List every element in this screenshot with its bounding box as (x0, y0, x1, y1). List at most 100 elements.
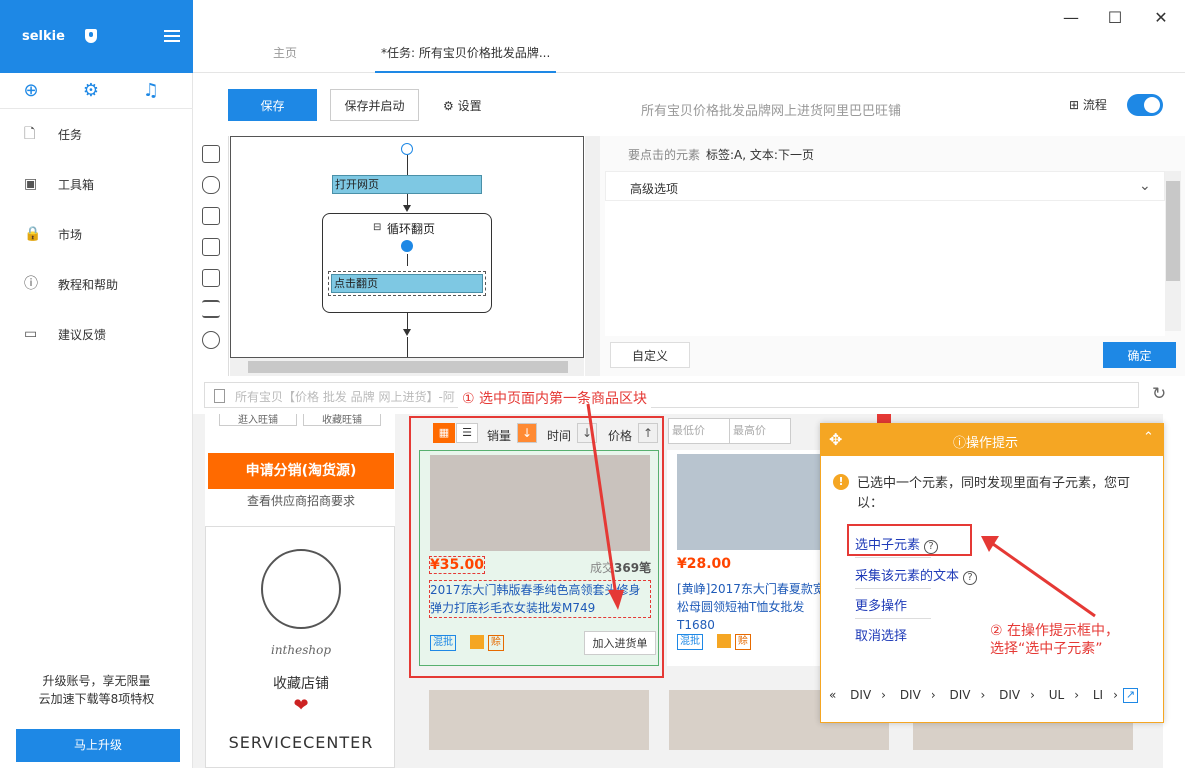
breadcrumb-item[interactable]: LI (1093, 688, 1103, 702)
gear-icon[interactable]: ⚙ (81, 81, 101, 101)
mixed-batch-badge: 混批 (677, 634, 703, 650)
capture-icon[interactable] (202, 269, 220, 287)
collapse-icon[interactable]: ⊟ (373, 222, 381, 233)
sidebar: selkie ⊕ ⚙ ♫ 🗋 任务 ▣ 工具箱 🔒 市场 ⓘ 教程和帮助 ▭ 建… (0, 0, 193, 768)
annotation-step2: ② 在操作提示框中， 选择“选中子元素” (990, 622, 1119, 658)
upgrade-promo: 升级账号，享无限量 云加速下载等8项特权 (0, 672, 193, 708)
brand-name: selkie (22, 29, 65, 44)
divider (855, 557, 931, 558)
collect-element-text-option[interactable]: 采集该元素的文本? (855, 565, 978, 585)
external-link-icon[interactable]: ↗ (1123, 688, 1138, 703)
element-path-breadcrumb: « DIV › DIV › DIV › DIV › UL › LI › (829, 688, 1129, 702)
shield-icon[interactable] (85, 29, 97, 43)
tip-message: 已选中一个元素，同时发现里面有子元素，您可以： (857, 476, 1131, 511)
heart-icon[interactable]: ❤ (206, 695, 396, 716)
quick-actions: ⊕ ⚙ ♫ (0, 73, 193, 109)
refresh-icon[interactable]: ↻ (1152, 384, 1166, 404)
export-icon[interactable] (202, 207, 220, 225)
favorite-shop-link[interactable]: 收藏店铺 (206, 673, 396, 693)
list-icon[interactable] (202, 300, 220, 318)
breadcrumb-item[interactable]: DIV (900, 688, 921, 702)
page-icon (214, 389, 225, 403)
sidebar-item-label: 建议反馈 (58, 328, 107, 342)
save-button[interactable]: 保存 (228, 89, 317, 121)
advanced-options-header[interactable]: 高级选项 ⌄ (605, 171, 1165, 201)
collapse-up-icon[interactable]: ⌃ (1143, 430, 1154, 445)
close-icon[interactable]: ✕ (1151, 8, 1171, 28)
node-click-page[interactable]: 点击翻页 (328, 271, 486, 296)
trust-shield-icon (717, 634, 731, 648)
sidebar-item-feedback[interactable]: ▭ 建议反馈 (0, 314, 193, 354)
url-bar[interactable]: 所有宝贝【价格 批发 品牌 网上进货】-阿 (204, 382, 1139, 408)
connector (407, 254, 408, 266)
chevron-down-icon[interactable]: ⌄ (1139, 178, 1151, 194)
tip-title-text: 操作提示 (966, 436, 1019, 451)
breadcrumb-back-icon[interactable]: « (829, 688, 836, 702)
arrow-down-icon (403, 329, 411, 336)
annotation-step2-line: ② 在操作提示框中， (990, 623, 1120, 639)
sidebar-item-label: 工具箱 (58, 178, 95, 192)
help-circle-icon: ⓘ (24, 276, 38, 292)
breadcrumb-item[interactable]: UL (1049, 688, 1064, 702)
sidebar-item-market[interactable]: 🔒 市场 (0, 214, 193, 254)
mouse-icon[interactable] (202, 176, 220, 194)
custom-button[interactable]: 自定义 (610, 342, 690, 368)
breadcrumb-item[interactable]: DIV (949, 688, 970, 702)
tab-home[interactable]: 主页 (273, 44, 297, 61)
apply-distribution-button[interactable]: 申请分销(淘货源) (208, 453, 394, 489)
breadcrumb-separator: › (930, 688, 936, 702)
breadcrumb-separator: › (1113, 688, 1118, 702)
add-step-icon[interactable] (202, 145, 220, 163)
connector (407, 337, 408, 357)
target-element-info: 要点击的元素 标签:A, 文本:下一页 (628, 146, 814, 163)
promo-line: 云加速下载等8项特权 (38, 692, 155, 706)
product-image[interactable] (429, 690, 649, 750)
promo-line: 升级账号，享无限量 (42, 674, 151, 688)
sidebar-item-label: 任务 (58, 128, 83, 142)
maximize-icon[interactable]: ☐ (1105, 8, 1125, 28)
supplier-requirements-link[interactable]: 查看供应商招商要求 (208, 492, 394, 509)
max-price-input[interactable]: 最高价 (729, 418, 791, 444)
headset-icon[interactable]: ♫ (141, 81, 161, 101)
sidebar-item-task[interactable]: 🗋 任务 (0, 114, 193, 154)
tab-task[interactable]: *任务: 所有宝贝价格批发品牌... (375, 44, 557, 73)
settings-button[interactable]: ⚙ 设置 (443, 97, 482, 114)
scroll-thumb[interactable] (248, 361, 568, 373)
edit-icon[interactable] (202, 238, 220, 256)
upgrade-button[interactable]: 马上升级 (16, 729, 180, 762)
loop-icon (401, 240, 413, 252)
toolbar: 保存 保存并启动 ⚙ 设置 所有宝贝价格批发品牌网上进货阿里巴巴旺铺 ⊞ 流程 (193, 74, 1185, 136)
min-price-input[interactable]: 最低价 (668, 418, 730, 444)
hamburger-menu-icon[interactable] (164, 30, 180, 42)
panel-scrollbar[interactable] (1165, 171, 1181, 331)
designer-tools (193, 136, 229, 376)
refresh-loop-icon[interactable] (202, 331, 220, 349)
node-open-page[interactable]: 打开网页 (332, 175, 482, 194)
sidebar-item-toolbox[interactable]: ▣ 工具箱 (0, 164, 193, 204)
breadcrumb-item[interactable]: DIV (999, 688, 1020, 702)
annotation-arrow-2 (981, 536, 1096, 618)
ok-button[interactable]: 确定 (1103, 342, 1176, 368)
add-circle-icon[interactable]: ⊕ (21, 81, 41, 101)
save-and-run-button[interactable]: 保存并启动 (330, 89, 419, 121)
target-element-label: 要点击的元素 (628, 148, 701, 162)
canvas-vscrollbar[interactable] (585, 136, 600, 376)
url-text: 所有宝贝【价格 批发 品牌 网上进货】-阿 (235, 390, 455, 404)
more-actions-option[interactable]: 更多操作 (855, 595, 907, 614)
move-icon[interactable]: ✥ (829, 430, 842, 449)
sidebar-item-help[interactable]: ⓘ 教程和帮助 (0, 264, 193, 304)
minimize-icon[interactable]: — (1061, 8, 1081, 28)
breadcrumb-item[interactable]: DIV (850, 688, 871, 702)
flow-toggle[interactable] (1127, 94, 1163, 116)
canvas-hscrollbar[interactable] (230, 358, 584, 376)
breadcrumb-separator: › (1074, 688, 1080, 702)
cancel-selection-option[interactable]: 取消选择 (855, 625, 907, 644)
properties-panel: 要点击的元素 标签:A, 文本:下一页 高级选项 ⌄ 自定义 确定 (600, 136, 1185, 376)
annotation-arrow-1 (586, 403, 624, 610)
scroll-thumb[interactable] (1166, 181, 1180, 281)
lock-icon: 🔒 (24, 226, 42, 242)
fav-shop-button[interactable]: 收藏旺铺 (303, 414, 381, 426)
loop-node[interactable]: ⊟ 循环翻页 点击翻页 (322, 213, 492, 313)
enter-shop-button[interactable]: 逛入旺铺 (219, 414, 297, 426)
product-title[interactable]: [黄峥]2017东大门春夏款宽松母圆领短袖T恤女批发T1680 (677, 580, 827, 634)
